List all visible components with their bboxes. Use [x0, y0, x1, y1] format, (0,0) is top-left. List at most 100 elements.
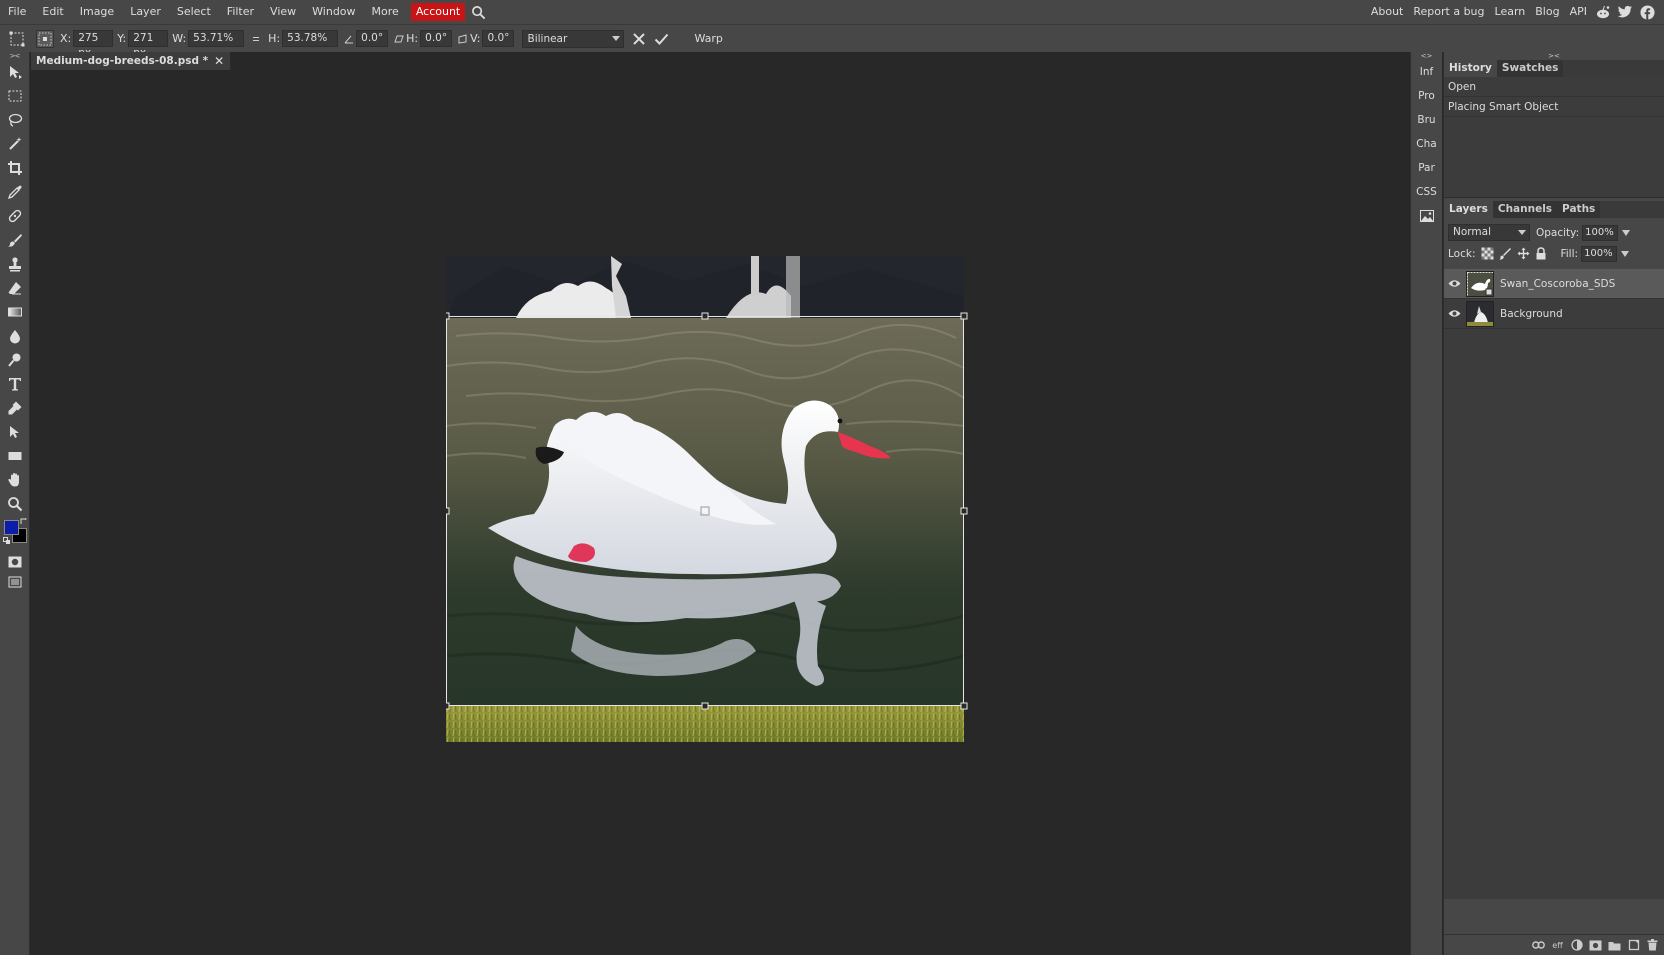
close-icon[interactable]: ✕	[214, 54, 224, 68]
type-tool[interactable]	[0, 372, 30, 396]
rotation-input[interactable]: 0.0°	[356, 30, 389, 47]
effects-icon[interactable]: eff	[1549, 937, 1566, 954]
lock-position-icon[interactable]	[1515, 246, 1531, 262]
foreground-color[interactable]	[4, 520, 19, 535]
menu-view[interactable]: View	[262, 0, 304, 24]
history-item[interactable]: Placing Smart Object	[1444, 97, 1664, 117]
gradient-tool[interactable]	[0, 300, 30, 324]
fill-input[interactable]: 100%	[1581, 245, 1618, 262]
tab-paths[interactable]: Paths	[1557, 201, 1601, 218]
dodge-tool[interactable]	[0, 348, 30, 372]
canvas[interactable]	[442, 256, 994, 770]
horizontal-skew-input[interactable]: 0.0°	[420, 30, 453, 47]
menu-window[interactable]: Window	[304, 0, 363, 24]
tab-channels[interactable]: Channels	[1492, 201, 1558, 218]
hand-tool[interactable]	[0, 468, 30, 492]
reddit-icon[interactable]	[1594, 3, 1612, 21]
fill-dropdown-icon[interactable]	[1621, 250, 1630, 257]
about-link[interactable]: About	[1366, 0, 1409, 24]
pen-tool[interactable]	[0, 396, 30, 420]
cancel-transform-button[interactable]	[628, 28, 650, 50]
tab-swatches[interactable]: Swatches	[1496, 60, 1564, 77]
info-panel-button[interactable]: Inf	[1411, 60, 1442, 84]
learn-link[interactable]: Learn	[1490, 0, 1531, 24]
crop-tool[interactable]	[0, 156, 30, 180]
expand-strip-icon[interactable]: <>	[1411, 52, 1442, 60]
lock-all-icon[interactable]	[1533, 246, 1549, 262]
menu-layer[interactable]: Layer	[122, 0, 169, 24]
healing-brush-tool[interactable]	[0, 204, 30, 228]
eraser-tool[interactable]	[0, 276, 30, 300]
character-panel-button[interactable]: Cha	[1411, 132, 1442, 156]
brush-tool[interactable]	[0, 228, 30, 252]
blend-mode-select[interactable]: Normal	[1448, 224, 1530, 241]
report-bug-link[interactable]: Report a bug	[1408, 0, 1489, 24]
layer-row-swan[interactable]: Swan_Coscoroba_SDS	[1444, 269, 1664, 299]
default-colors-icon[interactable]	[3, 537, 11, 545]
api-link[interactable]: API	[1565, 0, 1592, 24]
path-selection-tool[interactable]	[0, 420, 30, 444]
facebook-icon[interactable]	[1638, 3, 1656, 21]
vertical-skew-input[interactable]: 0.0°	[482, 30, 515, 47]
menu-image[interactable]: Image	[72, 0, 122, 24]
quick-mask-tool[interactable]	[0, 550, 30, 574]
visibility-eye-icon[interactable]	[1444, 309, 1464, 318]
link-icon[interactable]	[1530, 937, 1547, 954]
zoom-tool[interactable]	[0, 492, 30, 516]
canvas-image[interactable]	[442, 256, 994, 770]
transform-tool-icon[interactable]	[6, 28, 28, 50]
opacity-input[interactable]: 100%	[1582, 224, 1619, 241]
twitter-icon[interactable]	[1616, 3, 1634, 21]
menu-file[interactable]: File	[0, 0, 34, 24]
tab-history[interactable]: History	[1444, 60, 1497, 77]
search-icon[interactable]	[469, 0, 487, 24]
blur-tool[interactable]	[0, 324, 30, 348]
properties-panel-button[interactable]: Pro	[1411, 84, 1442, 108]
collapse-panel-icon[interactable]: ><	[1444, 52, 1664, 60]
commit-transform-button[interactable]	[650, 28, 672, 50]
rotate-angle-icon	[342, 28, 356, 50]
menu-more[interactable]: More	[364, 0, 407, 24]
menu-edit[interactable]: Edit	[34, 0, 71, 24]
mask-icon[interactable]	[1587, 937, 1604, 954]
layer-row-background[interactable]: Background	[1444, 299, 1664, 329]
lock-pixels-icon[interactable]	[1497, 246, 1513, 262]
new-layer-icon[interactable]	[1625, 937, 1642, 954]
link-proportions-icon[interactable]	[248, 28, 264, 50]
menu-filter[interactable]: Filter	[219, 0, 262, 24]
account-button[interactable]: Account	[410, 3, 466, 21]
visibility-eye-icon[interactable]	[1444, 279, 1464, 288]
opacity-dropdown-icon[interactable]	[1622, 229, 1631, 236]
magic-wand-tool[interactable]	[0, 132, 30, 156]
eyedropper-tool[interactable]	[0, 180, 30, 204]
screen-mode-tool[interactable]	[0, 574, 30, 590]
lock-transparency-icon[interactable]	[1479, 246, 1495, 262]
blog-link[interactable]: Blog	[1530, 0, 1564, 24]
y-input[interactable]: 271 px	[128, 30, 169, 59]
reference-point-icon[interactable]	[36, 29, 54, 48]
interpolation-select[interactable]: Bilinear	[522, 29, 625, 48]
move-tool[interactable]	[0, 60, 30, 84]
history-item[interactable]: Open	[1444, 77, 1664, 97]
stamp-icon	[9, 257, 21, 272]
menu-select[interactable]: Select	[169, 0, 219, 24]
clone-stamp-tool[interactable]	[0, 252, 30, 276]
trash-icon[interactable]	[1644, 937, 1661, 954]
folder-icon[interactable]	[1606, 937, 1623, 954]
css-panel-button[interactable]: CSS	[1411, 180, 1442, 204]
swap-colors-icon[interactable]	[20, 518, 28, 526]
lasso-tool[interactable]	[0, 108, 30, 132]
brush-panel-button[interactable]: Bru	[1411, 108, 1442, 132]
rectangle-tool[interactable]	[0, 444, 30, 468]
image-panel-button[interactable]	[1411, 204, 1442, 228]
paragraph-panel-button[interactable]: Par	[1411, 156, 1442, 180]
tab-layers[interactable]: Layers	[1444, 201, 1493, 218]
adjustment-icon[interactable]	[1568, 937, 1585, 954]
warp-button[interactable]: Warp	[694, 32, 722, 45]
height-input[interactable]: 53.78%	[282, 30, 339, 47]
document-tab[interactable]: Medium-dog-breeds-08.psd * ✕	[31, 52, 232, 70]
collapse-toolbar-icon[interactable]: ><	[0, 52, 29, 60]
x-input[interactable]: 275 px	[73, 30, 114, 59]
marquee-tool[interactable]	[0, 84, 30, 108]
width-input[interactable]: 53.71%	[188, 30, 245, 47]
